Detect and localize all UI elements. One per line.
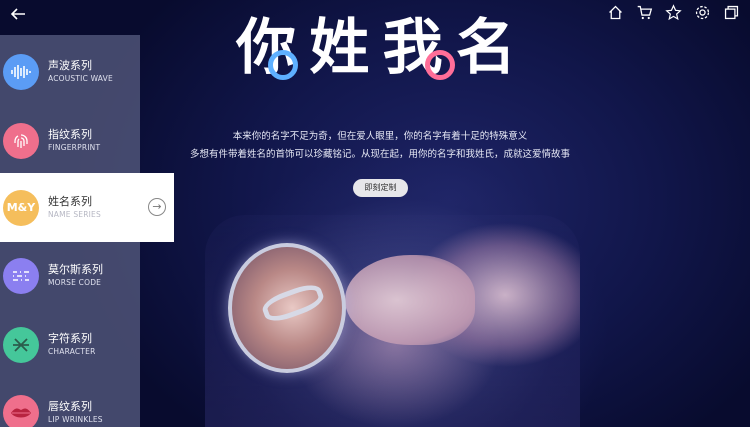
name-icon: M&Y xyxy=(3,189,39,226)
series-sidebar: 声波系列 ACOUSTIC WAVE 指纹系列 FINGERPRINT M&Y … xyxy=(0,35,174,427)
morse-code-icon xyxy=(3,257,39,294)
sidebar-item-lip-wrinkles[interactable]: 唇纹系列 LIP WRINKLES xyxy=(0,378,140,427)
back-arrow-icon[interactable] xyxy=(8,4,28,24)
hero-description: 本来你的名字不足为奇，但在爱人眼里，你的名字有着十足的特殊意义 多想有件带着姓名… xyxy=(170,128,590,164)
female-symbol-icon xyxy=(425,50,455,80)
fingerprint-icon xyxy=(3,122,39,159)
sidebar-item-name-series[interactable]: M&Y 姓名系列 NAME SERIES → xyxy=(0,173,174,242)
description-line: 多想有件带着姓名的首饰可以珍藏铭记。从现在起，用你的名字和我姓氏，成就这爱情故事 xyxy=(189,149,570,160)
sidebar-item-title: 声波系列 xyxy=(48,58,92,72)
character-icon xyxy=(3,326,39,363)
window-icon[interactable] xyxy=(723,4,740,21)
sidebar-item-title: 莫尔斯系列 xyxy=(48,262,103,276)
top-toolbar xyxy=(607,4,740,21)
sidebar-item-subtitle: FINGERPRINT xyxy=(48,142,101,152)
sidebar-item-subtitle: ACOUSTIC WAVE xyxy=(48,73,113,83)
logo-char: 名 xyxy=(455,13,516,83)
sidebar-item-subtitle: NAME SERIES xyxy=(48,209,101,219)
sidebar-item-subtitle: CHARACTER xyxy=(48,346,96,356)
male-symbol-icon xyxy=(268,50,298,80)
hand-image xyxy=(345,255,475,345)
sidebar-item-title: 姓名系列 xyxy=(48,194,92,208)
customize-now-button[interactable]: 即刻定制 xyxy=(353,179,408,197)
sidebar-item-title: 字符系列 xyxy=(48,331,92,345)
sidebar-item-subtitle: LIP WRINKLES xyxy=(48,414,103,424)
settings-icon[interactable] xyxy=(694,4,711,21)
description-line: 本来你的名字不足为奇，但在爱人眼里，你的名字有着十足的特殊意义 xyxy=(232,131,528,142)
arrow-right-icon[interactable]: → xyxy=(148,198,166,216)
cart-icon[interactable] xyxy=(636,4,653,21)
sound-wave-icon xyxy=(3,53,39,90)
lips-icon xyxy=(3,394,39,427)
sidebar-item-title: 指纹系列 xyxy=(48,127,92,141)
sidebar-item-fingerprint[interactable]: 指纹系列 FINGERPRINT xyxy=(0,106,140,175)
sidebar-item-character[interactable]: 字符系列 CHARACTER xyxy=(0,310,140,379)
sidebar-item-subtitle: MORSE CODE xyxy=(48,277,102,287)
name-icon-text: M&Y xyxy=(6,201,36,214)
sidebar-item-morse-code[interactable]: 莫尔斯系列 MORSE CODE xyxy=(0,241,140,310)
sidebar-item-title: 唇纹系列 xyxy=(48,399,92,413)
sidebar-item-acoustic-wave[interactable]: 声波系列 ACOUSTIC WAVE xyxy=(0,37,140,106)
logo-char: 姓 xyxy=(309,13,370,83)
star-icon[interactable] xyxy=(665,4,682,21)
home-icon[interactable] xyxy=(607,4,624,21)
